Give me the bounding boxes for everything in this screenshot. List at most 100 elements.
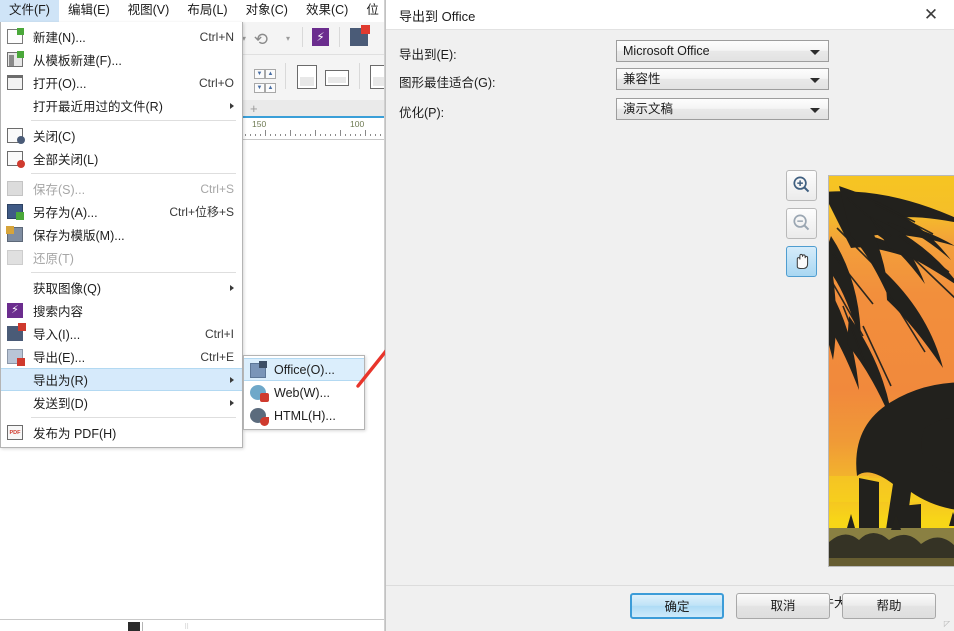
ruler-tick — [290, 130, 291, 136]
export-preview-frame[interactable] — [828, 175, 954, 567]
menubar-item-4[interactable]: 对象(C) — [237, 0, 297, 22]
menu-item-13[interactable]: 导出(E)... Ctrl+E — [1, 345, 242, 368]
menu-item-16[interactable]: PDF 发布为 PDF(H) — [1, 421, 242, 444]
menubar-item-5[interactable]: 效果(C) — [297, 0, 357, 22]
ruler-tick — [360, 134, 361, 136]
submenu-item-2[interactable]: HTML(H)... — [244, 404, 364, 427]
field-combo-2[interactable]: 演示文稿 — [616, 98, 829, 120]
new-document-icon — [7, 28, 24, 44]
toolbar-divider-2 — [339, 27, 340, 47]
zoom-in-tool[interactable] — [786, 170, 817, 201]
field-combo-0[interactable]: Microsoft Office — [616, 40, 829, 62]
menu-item-10[interactable]: 获取图像(Q) — [1, 276, 242, 299]
ruler-tick-label-150: 150 — [252, 119, 267, 129]
page-size-icon[interactable] — [370, 65, 385, 89]
zoom-out-tool[interactable] — [786, 208, 817, 239]
toolbar-row-top: ▾ ⟳ ▾ ⚡ — [240, 22, 385, 54]
menu-item-label: 导出(E)... — [33, 351, 86, 365]
pan-tool[interactable] — [786, 246, 817, 277]
chevron-down-icon[interactable] — [810, 108, 820, 113]
field-value-1: 兼容性 — [623, 72, 661, 86]
landscape-orientation-icon[interactable] — [325, 70, 349, 86]
corel-connect-icon[interactable]: ⚡ — [312, 28, 329, 46]
export-toolbar-icon[interactable] — [350, 25, 370, 46]
menu-item-4[interactable]: 关闭(C) — [1, 124, 242, 147]
ruler-tick — [260, 134, 261, 136]
menu-separator — [31, 120, 236, 121]
color-swatch-icon[interactable] — [128, 622, 140, 631]
html-icon — [250, 408, 269, 426]
field-value-2: 演示文稿 — [623, 102, 674, 116]
menu-item-icon-slot — [1, 200, 29, 223]
menu-item-2[interactable]: 打开(O)... Ctrl+O — [1, 71, 242, 94]
submenu-item-label: Office(O)... — [274, 362, 335, 377]
menu-bar: 文件(F) 编辑(E) 视图(V) 布局(L) 对象(C) 效果(C) 位 — [0, 0, 385, 22]
menu-item-label: 保存为模版(M)... — [33, 229, 125, 243]
menu-item-icon-slot — [1, 71, 29, 94]
menu-item-5[interactable]: 全部关闭(L) — [1, 147, 242, 170]
menubar-item-2[interactable]: 视图(V) — [119, 0, 179, 22]
export-as-submenu[interactable]: Office(O)... Web(W)... HTML(H)... — [243, 355, 365, 430]
menu-item-15[interactable]: 发送到(D) — [1, 391, 242, 414]
ruler-tick — [300, 134, 301, 136]
office-icon — [250, 361, 267, 378]
ruler-tick — [365, 130, 366, 136]
annotation-arrow-icon — [356, 349, 385, 388]
menubar-item-0[interactable]: 文件(F) — [0, 0, 59, 22]
status-divider — [142, 622, 143, 631]
menu-item-label: 全部关闭(L) — [33, 153, 99, 167]
pdf-icon: PDF — [7, 425, 23, 440]
menu-item-1[interactable]: 从模板新建(F)... — [1, 48, 242, 71]
menubar-item-3[interactable]: 布局(L) — [178, 0, 236, 22]
redo-caret-icon[interactable]: ▾ — [286, 34, 290, 43]
submenu-arrow-icon — [230, 284, 234, 291]
chevron-down-icon[interactable] — [810, 78, 820, 83]
menu-item-14[interactable]: 导出为(R) — [1, 368, 242, 391]
menu-item-icon-slot — [1, 177, 29, 200]
field-value-0: Microsoft Office — [623, 44, 710, 58]
menu-item-0[interactable]: 新建(N)... Ctrl+N — [1, 25, 242, 48]
submenu-item-label: Web(W)... — [274, 385, 331, 400]
dialog-button-2[interactable]: 帮助 — [842, 593, 936, 619]
menubar-item-1[interactable]: 编辑(E) — [59, 0, 119, 22]
menu-item-3[interactable]: 打开最近用过的文件(R) — [1, 94, 242, 117]
menu-item-shortcut: Ctrl+N — [199, 29, 234, 44]
menu-item-8[interactable]: 保存为模版(M)... — [1, 223, 242, 246]
resize-grip-icon[interactable]: ◸ — [944, 619, 950, 628]
stepper-up-2[interactable]: ▲ — [265, 83, 276, 93]
horizontal-ruler: 150 100 — [240, 118, 385, 140]
dialog-button-0[interactable]: 确定 — [630, 593, 724, 619]
toolbar-row-bottom: ▼ ▲ ▼ ▲ — [240, 54, 385, 100]
close-icon[interactable]: ✕ — [913, 2, 949, 28]
savanna-sunset-illustration — [829, 176, 954, 566]
import-icon — [7, 323, 26, 341]
ruler-tick — [315, 130, 316, 136]
menu-item-11[interactable]: ⚡ 搜索内容 — [1, 299, 242, 322]
zoom-out-icon — [793, 214, 810, 231]
menu-item-12[interactable]: 导入(I)... Ctrl+I — [1, 322, 242, 345]
menu-item-icon-slot — [1, 48, 29, 71]
chevron-down-icon[interactable] — [810, 50, 820, 55]
menu-item-shortcut: Ctrl+S — [200, 181, 234, 196]
ruler-tick — [265, 130, 266, 136]
page-height-stepper[interactable]: ▼ ▲ — [254, 76, 276, 94]
menu-item-label: 从模板新建(F)... — [33, 54, 122, 68]
file-menu-dropdown[interactable]: 新建(N)... Ctrl+N 从模板新建(F)... 打开(O)... Ctrl+O 打… — [0, 22, 243, 448]
graphics-app-window: 文件(F) 编辑(E) 视图(V) 布局(L) 对象(C) 效果(C) 位 ▾ ⟳ ▾ ⚡ … — [0, 0, 385, 631]
submenu-item-1[interactable]: Web(W)... — [244, 381, 364, 404]
open-folder-icon — [7, 75, 23, 90]
stepper-down-2[interactable]: ▼ — [254, 83, 265, 93]
ruler-tick — [285, 134, 286, 136]
menu-item-shortcut: Ctrl+E — [200, 349, 234, 364]
zoom-in-icon — [793, 176, 810, 193]
menu-item-label: 打开(O)... — [33, 77, 87, 91]
dialog-button-1[interactable]: 取消 — [736, 593, 830, 619]
redo-icon[interactable]: ⟳ — [254, 30, 268, 50]
field-combo-1[interactable]: 兼容性 — [616, 68, 829, 90]
menubar-item-6[interactable]: 位 — [357, 0, 385, 22]
submenu-item-0[interactable]: Office(O)... — [244, 358, 364, 381]
portrait-orientation-icon[interactable] — [297, 65, 317, 89]
menu-item-7[interactable]: 另存为(A)... Ctrl+位移+S — [1, 200, 242, 223]
ruler-tick — [340, 130, 341, 136]
add-page-tab[interactable]: + — [240, 100, 385, 118]
